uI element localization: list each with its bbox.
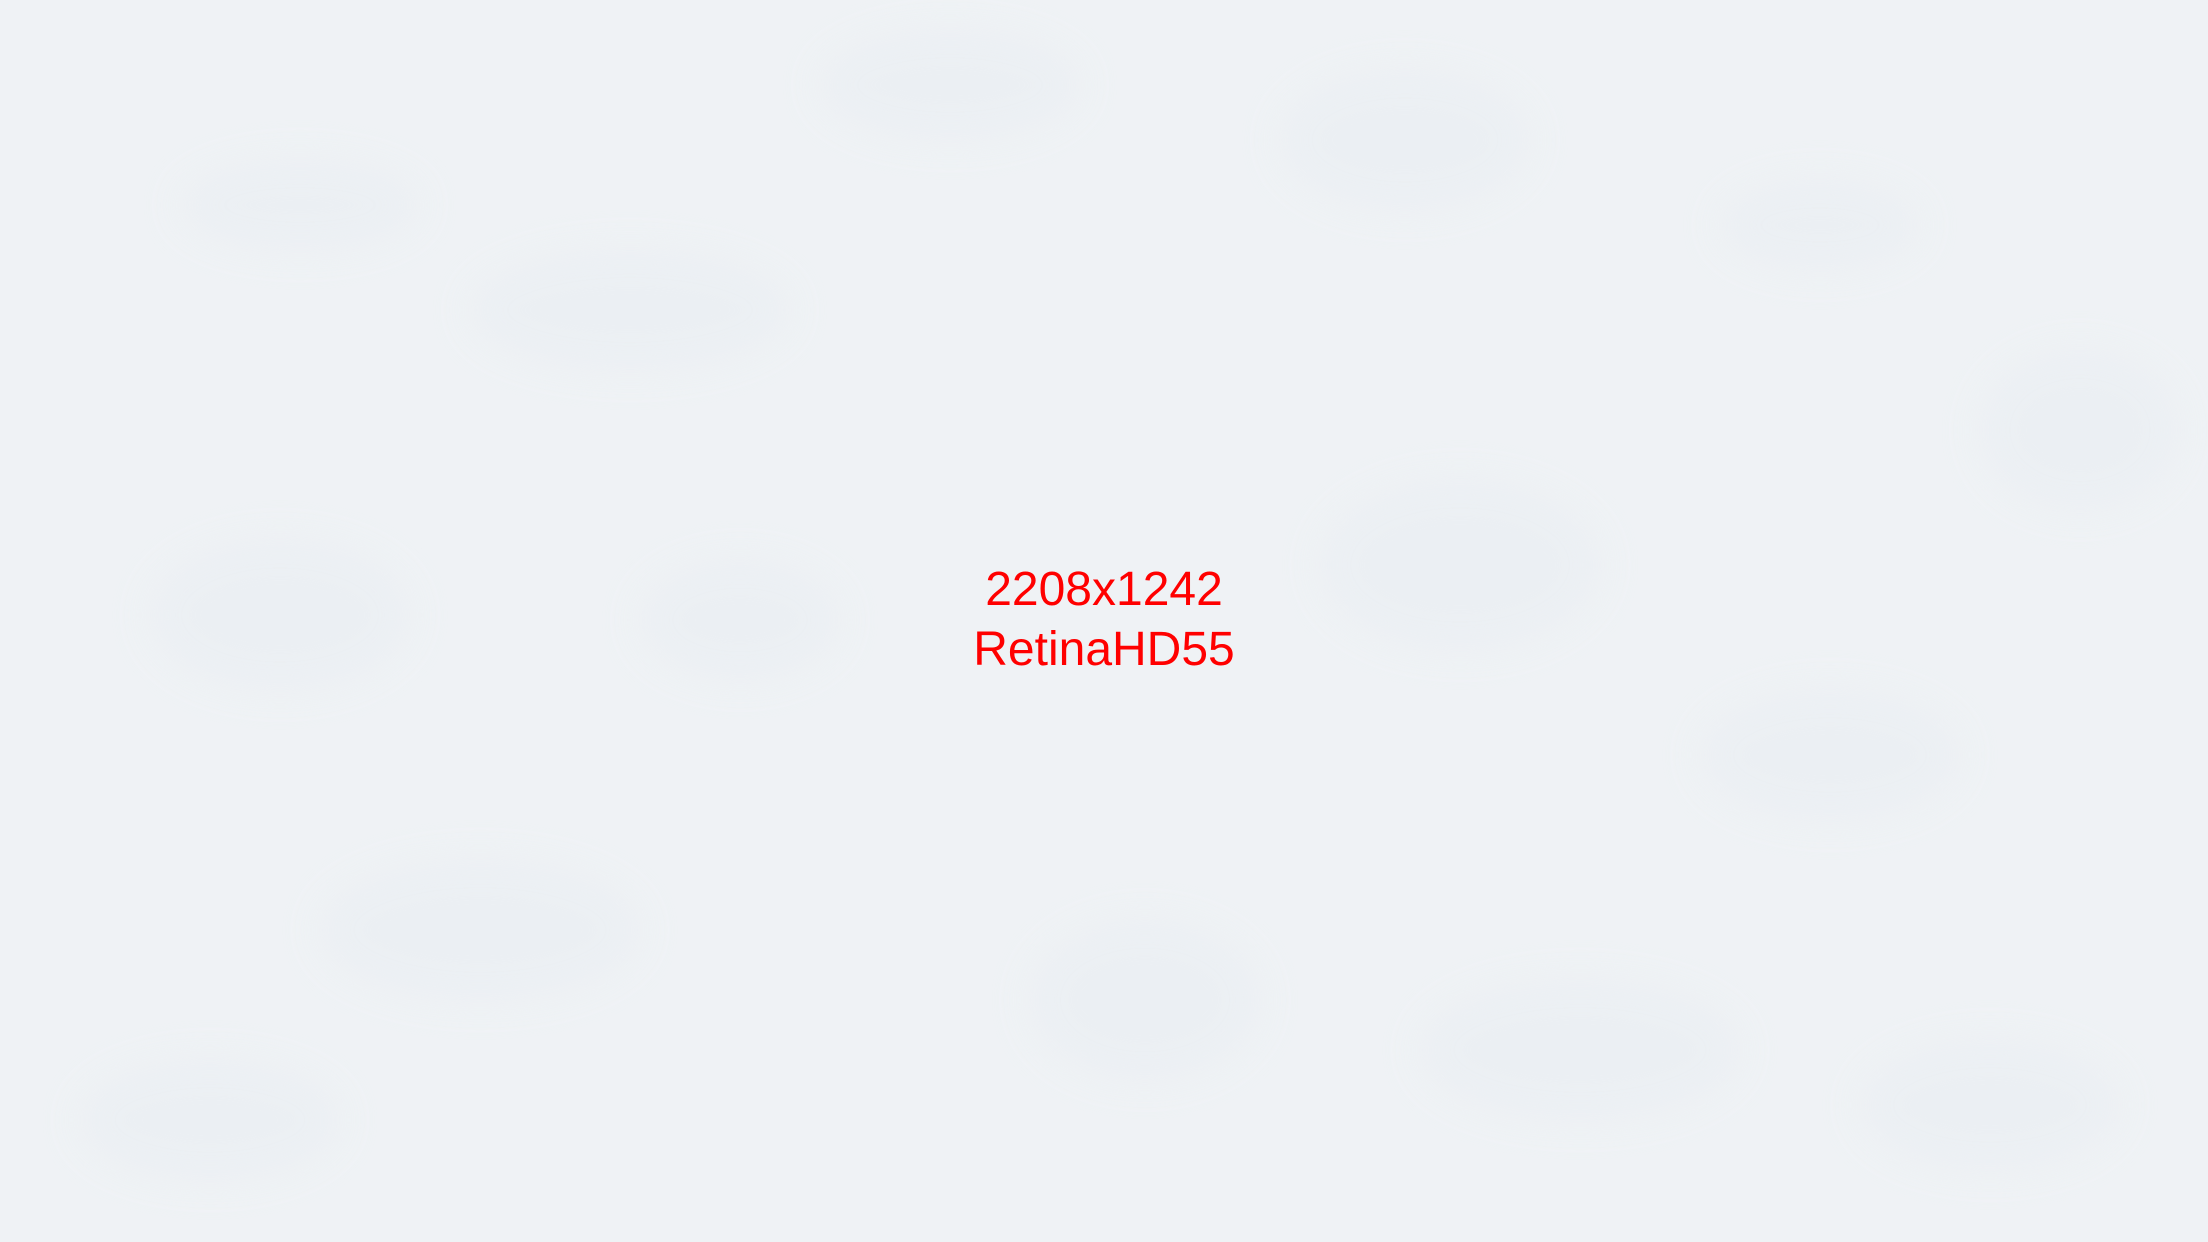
background-pattern [320, 860, 640, 1000]
dimensions-text: 2208x1242 [985, 563, 1223, 616]
background-pattern [80, 1060, 340, 1180]
placeholder-screen: 2208x1242 RetinaHD55 [0, 0, 2208, 1242]
background-pattern [820, 30, 1080, 140]
background-pattern [1860, 1040, 2120, 1170]
background-pattern [1720, 180, 1920, 270]
placeholder-label: 2208x1242 RetinaHD55 [0, 560, 2208, 680]
background-pattern [470, 250, 790, 370]
background-pattern [1030, 920, 1260, 1080]
background-pattern [1980, 350, 2180, 510]
background-pattern [1280, 70, 1530, 210]
background-pattern [1700, 690, 1960, 820]
device-name-text: RetinaHD55 [973, 623, 1235, 676]
background-pattern [180, 160, 420, 250]
background-pattern [1420, 980, 1740, 1120]
